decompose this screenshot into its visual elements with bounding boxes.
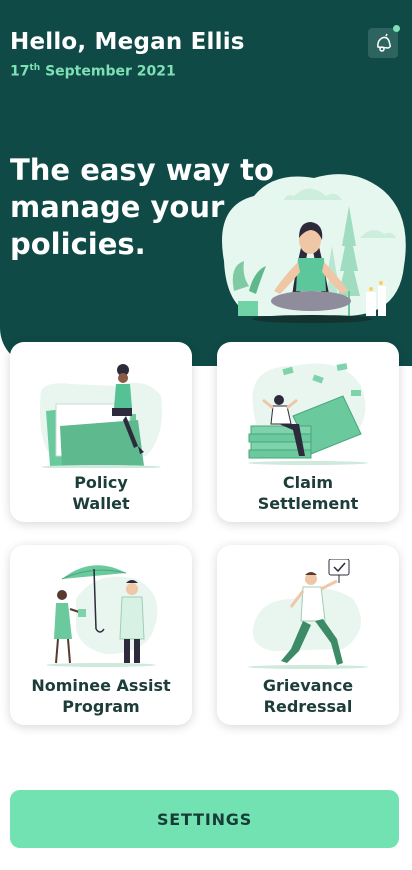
money-stack-illustration (248, 363, 368, 465)
notification-badge (393, 25, 400, 32)
date-suffix: th (29, 63, 41, 73)
umbrella-illustration (46, 565, 158, 667)
policy-wallet-label: Policy Wallet (10, 472, 192, 514)
card-label-line1: Policy (74, 473, 128, 492)
claim-settlement-label: Claim Settlement (217, 472, 399, 514)
card-label-line2: Program (62, 697, 140, 716)
policy-wallet-card[interactable]: Policy Wallet (10, 342, 192, 522)
card-label-line1: Nominee Assist (31, 676, 171, 695)
nominee-assist-label: Nominee Assist Program (10, 675, 192, 717)
notification-button[interactable] (368, 25, 400, 58)
card-label-line2: Redressal (263, 697, 353, 716)
bell-icon (377, 33, 391, 52)
card-label-line1: Claim (282, 473, 334, 492)
grievance-redressal-label: Grievance Redressal (217, 675, 399, 717)
date-day: 17 (10, 63, 30, 80)
settings-button[interactable]: SETTINGS (10, 790, 399, 848)
nominee-assist-card[interactable]: Nominee Assist Program (10, 545, 192, 725)
hero-banner: Hello, Megan Ellis 17th September 2021 T… (0, 0, 412, 366)
folder-illustration (40, 364, 162, 468)
card-label-line2: Settlement (257, 494, 359, 513)
grievance-redressal-card[interactable]: Grievance Redressal (217, 545, 399, 725)
card-label-line1: Grievance (262, 676, 354, 695)
meditation-illustration (222, 174, 406, 323)
running-man-illustration (248, 559, 368, 669)
card-label-line2: Wallet (72, 494, 130, 513)
greeting-text: Hello, Megan Ellis (10, 29, 245, 55)
date-text: 17th September 2021 (10, 63, 176, 80)
claim-settlement-card[interactable]: Claim Settlement (217, 342, 399, 522)
date-rest: September 2021 (40, 63, 176, 80)
